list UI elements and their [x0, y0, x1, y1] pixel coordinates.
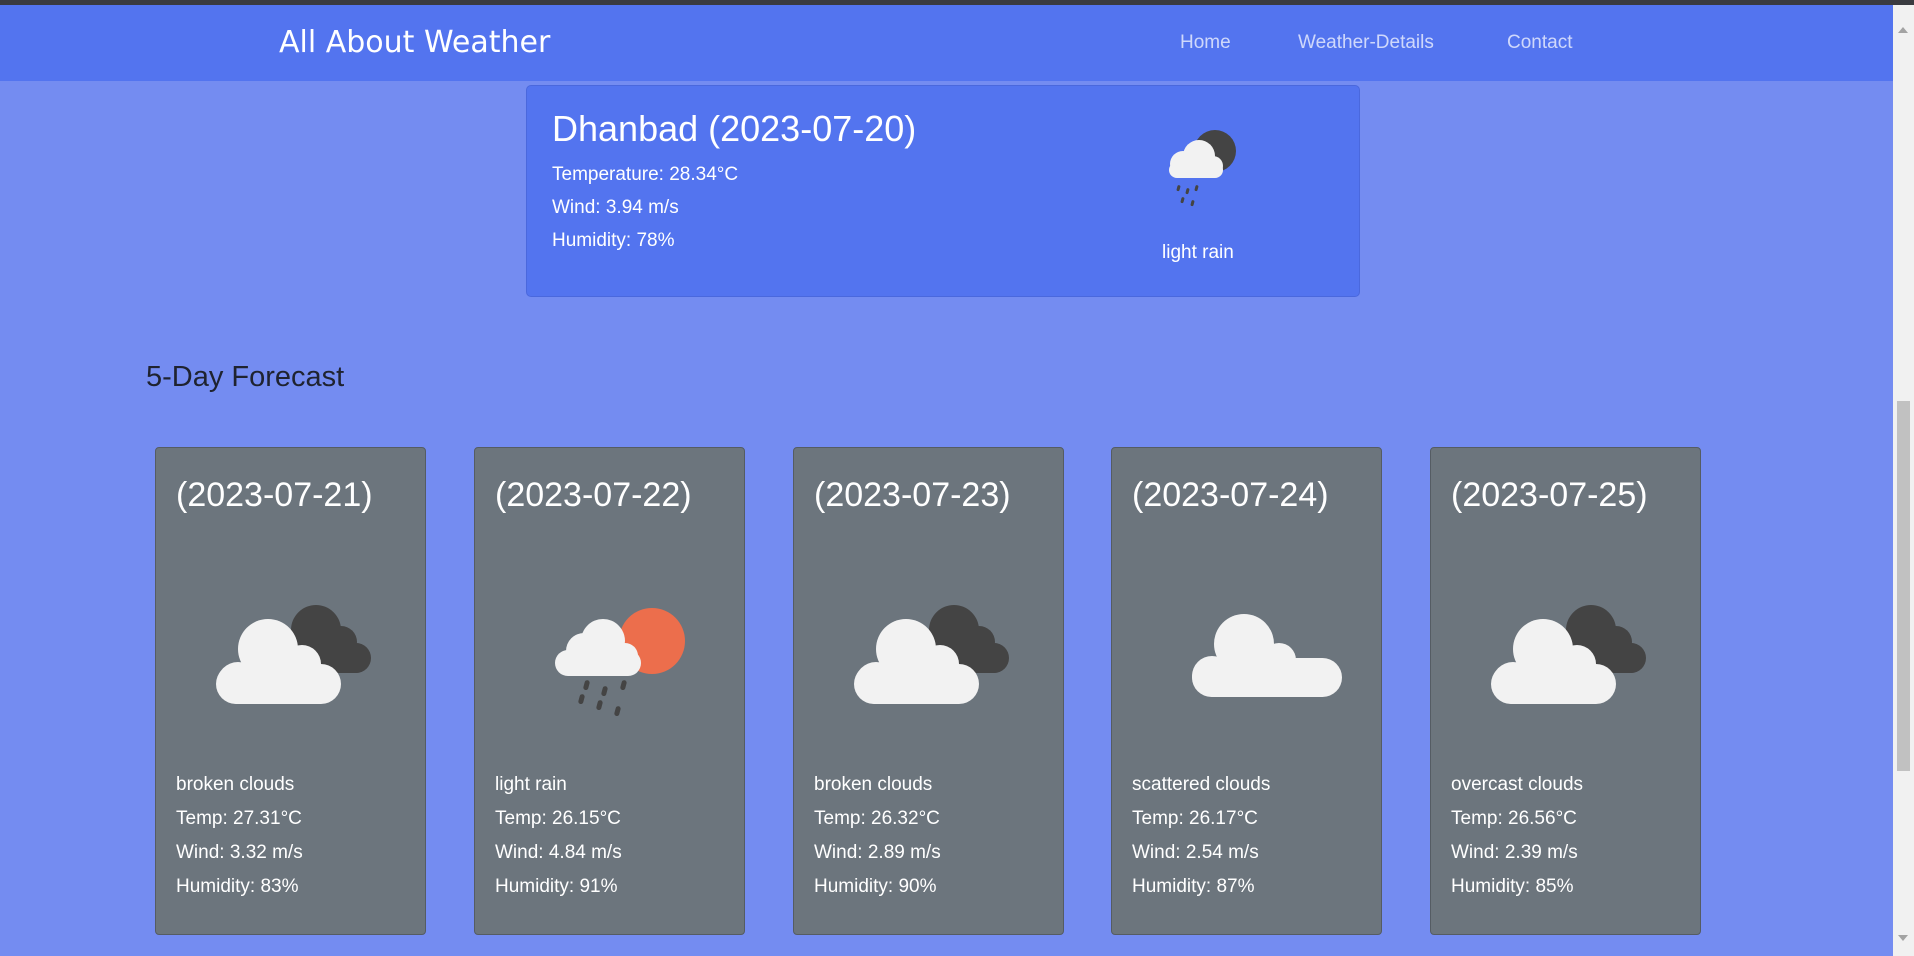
- forecast-temp: Temp: 26.17°C: [1132, 808, 1258, 829]
- overcast-clouds-icon: [1491, 605, 1646, 704]
- current-wind: Wind: 3.94 m/s: [552, 197, 679, 218]
- forecast-wind: Wind: 2.89 m/s: [814, 842, 941, 863]
- nav-weather-details-link[interactable]: Weather-Details: [1298, 32, 1434, 54]
- broken-clouds-icon: [854, 605, 1009, 704]
- broken-clouds-icon: [216, 605, 371, 704]
- forecast-wind: Wind: 3.32 m/s: [176, 842, 303, 863]
- nav-contact-link[interactable]: Contact: [1507, 32, 1572, 54]
- nav-home-link[interactable]: Home: [1180, 32, 1231, 54]
- forecast-date: (2023-07-25): [1451, 476, 1648, 514]
- forecast-humidity: Humidity: 90%: [814, 876, 937, 897]
- forecast-wind: Wind: 2.39 m/s: [1451, 842, 1578, 863]
- forecast-description: broken clouds: [814, 774, 933, 795]
- scroll-up-arrow-icon[interactable]: [1898, 27, 1908, 33]
- forecast-card: (2023-07-21) broken clouds Temp: 27.31°C…: [155, 447, 426, 935]
- forecast-card: (2023-07-22) light rain Temp: 26.15°C Wi…: [474, 447, 745, 935]
- forecast-date: (2023-07-22): [495, 476, 692, 514]
- current-weather-card: Dhanbad (2023-07-20) Temperature: 28.34°…: [526, 85, 1360, 297]
- current-description: light rain: [1162, 242, 1234, 263]
- forecast-wind: Wind: 4.84 m/s: [495, 842, 622, 863]
- navbar: All About Weather Home Weather-Details C…: [0, 5, 1893, 81]
- forecast-card: (2023-07-24) scattered clouds Temp: 26.1…: [1111, 447, 1382, 935]
- forecast-temp: Temp: 26.32°C: [814, 808, 940, 829]
- forecast-date: (2023-07-23): [814, 476, 1011, 514]
- forecast-card: (2023-07-25) overcast clouds Temp: 26.56…: [1430, 447, 1701, 935]
- forecast-humidity: Humidity: 91%: [495, 876, 618, 897]
- forecast-description: broken clouds: [176, 774, 295, 795]
- rain-day-icon: [555, 608, 685, 717]
- forecast-temp: Temp: 26.56°C: [1451, 808, 1577, 829]
- forecast-description: scattered clouds: [1132, 774, 1271, 795]
- forecast-date: (2023-07-24): [1132, 476, 1329, 514]
- forecast-card: (2023-07-23) broken clouds Temp: 26.32°C…: [793, 447, 1064, 935]
- forecast-description: light rain: [495, 774, 567, 795]
- forecast-date: (2023-07-21): [176, 476, 373, 514]
- forecast-humidity: Humidity: 87%: [1132, 876, 1255, 897]
- scroll-down-arrow-icon[interactable]: [1898, 935, 1908, 941]
- page-scrollbar[interactable]: [1893, 5, 1914, 956]
- scrollbar-thumb[interactable]: [1897, 401, 1910, 771]
- forecast-wind: Wind: 2.54 m/s: [1132, 842, 1259, 863]
- forecast-description: overcast clouds: [1451, 774, 1584, 795]
- scattered-clouds-icon: [1192, 614, 1342, 697]
- forecast-temp: Temp: 27.31°C: [176, 808, 302, 829]
- forecast-humidity: Humidity: 83%: [176, 876, 299, 897]
- forecast-humidity: Humidity: 85%: [1451, 876, 1574, 897]
- forecast-temp: Temp: 26.15°C: [495, 808, 621, 829]
- brand-title[interactable]: All About Weather: [279, 25, 550, 60]
- current-temperature: Temperature: 28.34°C: [552, 164, 739, 185]
- current-city-title: Dhanbad (2023-07-20): [552, 108, 917, 149]
- current-humidity: Humidity: 78%: [552, 230, 675, 251]
- rain-night-icon: [1169, 130, 1236, 207]
- forecast-heading: 5-Day Forecast: [146, 361, 345, 393]
